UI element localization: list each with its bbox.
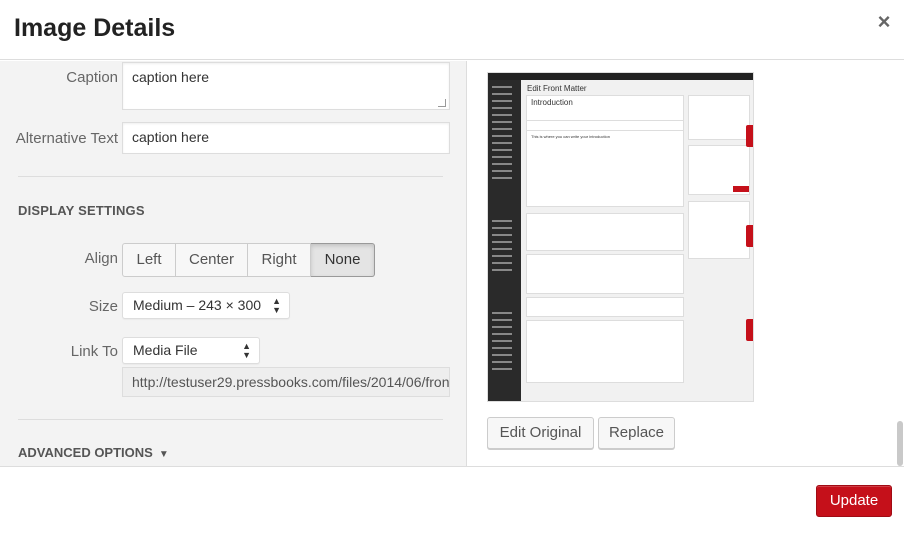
close-icon[interactable]: ×	[874, 11, 894, 33]
preview-box	[688, 201, 750, 259]
align-center-button[interactable]: Center	[176, 243, 248, 277]
preview-marker	[746, 225, 753, 247]
preview-box	[526, 213, 684, 251]
preview-box	[526, 297, 684, 317]
triangle-down-icon: ▼	[158, 449, 169, 460]
image-preview: Edit Front Matter Introduction This is w…	[487, 72, 754, 402]
image-details-dialog: Image Details × Caption caption here Alt…	[0, 0, 904, 533]
scrollbar-thumb[interactable]	[897, 421, 903, 466]
align-button-group: Left Center Right None	[122, 243, 375, 277]
align-label: Align	[84, 250, 118, 267]
preview-box	[526, 320, 684, 383]
size-select[interactable]: Medium – 243 × 300 ▲ ▼	[122, 292, 290, 319]
preview-post-title: Introduction	[531, 98, 573, 107]
alt-text-input[interactable]: caption here	[122, 122, 450, 154]
align-none-button[interactable]: None	[311, 243, 375, 277]
align-right-button[interactable]: Right	[248, 243, 311, 277]
size-select-value: Medium – 243 × 300	[133, 297, 262, 313]
align-left-button[interactable]: Left	[122, 243, 176, 277]
link-to-select[interactable]: Media File ▲ ▼	[122, 337, 260, 364]
link-to-label: Link To	[70, 343, 118, 360]
caption-textarea[interactable]: caption here	[122, 62, 450, 110]
settings-panel: Caption caption here Alternative Text ca…	[0, 61, 467, 466]
replace-button[interactable]: Replace	[598, 417, 675, 449]
advanced-options-toggle[interactable]: ADVANCED OPTIONS ▼	[18, 445, 169, 460]
display-settings-heading: DISPLAY SETTINGS	[18, 203, 145, 218]
textarea-resize-handle[interactable]	[438, 99, 446, 107]
preview-box	[688, 145, 750, 195]
preview-editor: Introduction This is where you can write…	[526, 95, 684, 207]
link-to-select-value: Media File	[133, 342, 198, 358]
select-arrows-icon: ▲ ▼	[272, 296, 281, 315]
image-preview-panel: Edit Front Matter Introduction This is w…	[467, 61, 904, 466]
select-arrows-icon: ▲ ▼	[242, 341, 251, 360]
preview-marker	[746, 319, 753, 341]
divider	[18, 419, 443, 420]
update-button[interactable]: Update	[816, 485, 892, 517]
link-url-input[interactable]: http://testuser29.pressbooks.com/files/2…	[122, 367, 450, 397]
alt-text-label: Alternative Text	[15, 130, 118, 147]
preview-body-text: This is where you can write your introdu…	[531, 134, 610, 139]
preview-sidebar	[488, 80, 521, 401]
size-label: Size	[88, 298, 118, 315]
preview-admin-bar	[488, 73, 753, 80]
divider	[18, 176, 443, 177]
preview-page-heading: Edit Front Matter	[527, 84, 587, 93]
caption-label: Caption	[66, 69, 118, 86]
edit-original-button[interactable]: Edit Original	[487, 417, 594, 449]
advanced-options-label: ADVANCED OPTIONS	[18, 445, 153, 460]
preview-box	[688, 95, 750, 140]
dialog-header: Image Details ×	[0, 0, 904, 60]
preview-box	[526, 254, 684, 294]
scrollbar[interactable]	[896, 61, 904, 466]
preview-marker	[746, 125, 753, 147]
dialog-title: Image Details	[14, 14, 176, 42]
dialog-footer: Update	[0, 466, 904, 533]
